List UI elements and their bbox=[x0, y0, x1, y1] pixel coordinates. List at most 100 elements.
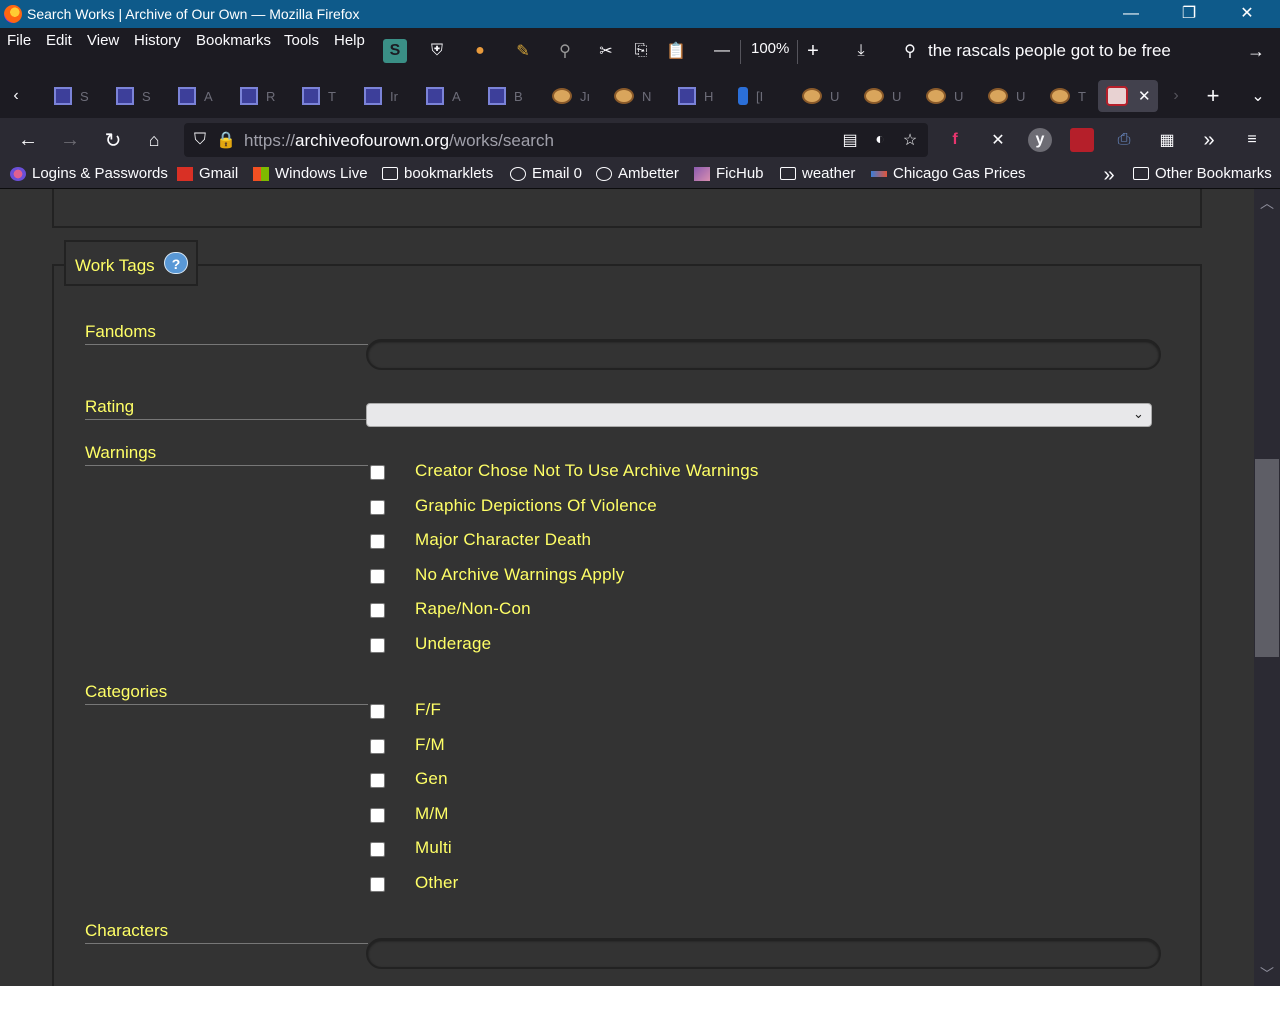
menu-bookmarks[interactable]: Bookmarks bbox=[196, 32, 271, 49]
cut-icon[interactable]: ✂ bbox=[594, 39, 618, 63]
reader-view-icon[interactable]: ▤ bbox=[838, 128, 862, 152]
bookmark-item[interactable]: Chicago Gas Prices bbox=[871, 165, 1026, 182]
yandex-icon[interactable]: y bbox=[1028, 128, 1052, 152]
tracking-shield-icon[interactable]: ⛉ bbox=[188, 128, 212, 152]
category-option-label[interactable]: M/M bbox=[415, 804, 449, 824]
category-checkbox[interactable] bbox=[370, 738, 385, 754]
tab[interactable]: T bbox=[294, 80, 352, 112]
category-option[interactable]: F/F bbox=[370, 699, 441, 723]
tab[interactable]: H bbox=[670, 80, 728, 112]
tab[interactable]: [I bbox=[730, 80, 788, 112]
warning-option[interactable]: Rape/Non-Con bbox=[370, 598, 531, 622]
tab-active[interactable]: ✕ bbox=[1098, 80, 1158, 112]
warning-option[interactable]: Major Character Death bbox=[370, 529, 591, 553]
url-text[interactable]: https://archiveofourown.org/works/search bbox=[244, 131, 554, 151]
tab[interactable]: A bbox=[418, 80, 476, 112]
tab[interactable]: U bbox=[856, 80, 914, 112]
warning-option[interactable]: No Archive Warnings Apply bbox=[370, 564, 624, 588]
warning-checkbox[interactable] bbox=[370, 637, 385, 653]
category-checkbox[interactable] bbox=[370, 876, 385, 892]
tab[interactable]: N bbox=[606, 80, 664, 112]
lock-icon[interactable]: 🔒 bbox=[214, 128, 238, 152]
tab[interactable]: Ir bbox=[356, 80, 414, 112]
back-icon[interactable]: ← bbox=[16, 128, 40, 152]
characters-input[interactable] bbox=[366, 938, 1161, 969]
warning-checkbox[interactable] bbox=[370, 464, 385, 480]
warning-option-label[interactable]: No Archive Warnings Apply bbox=[415, 565, 624, 585]
warning-option[interactable]: Graphic Depictions Of Violence bbox=[370, 495, 657, 519]
category-option-label[interactable]: Other bbox=[415, 873, 459, 893]
bookmark-item[interactable]: Gmail bbox=[177, 165, 238, 182]
search-bar[interactable]: ⚲ the rascals people got to be free → bbox=[898, 36, 1274, 68]
rating-select[interactable]: ⌄ bbox=[366, 403, 1152, 427]
zoom-in-icon[interactable]: + bbox=[801, 39, 825, 63]
category-option[interactable]: F/M bbox=[370, 734, 445, 758]
reload-icon[interactable]: ↻ bbox=[101, 128, 125, 152]
category-checkbox[interactable] bbox=[370, 807, 385, 823]
paste-icon[interactable]: 📋 bbox=[664, 39, 688, 63]
zoom-out-icon[interactable]: — bbox=[710, 39, 734, 63]
tab[interactable]: S bbox=[46, 80, 104, 112]
forward-icon[interactable]: → bbox=[58, 128, 82, 152]
tab-scroll-right-icon[interactable]: › bbox=[1164, 84, 1188, 108]
category-option[interactable]: Multi bbox=[370, 837, 452, 861]
scroll-up-icon[interactable]: ︿ bbox=[1260, 193, 1274, 213]
category-checkbox[interactable] bbox=[370, 841, 385, 857]
warning-option-label[interactable]: Major Character Death bbox=[415, 530, 591, 550]
category-checkbox[interactable] bbox=[370, 772, 385, 788]
bookmark-item[interactable]: Email 0 bbox=[510, 165, 582, 182]
new-tab-icon[interactable]: + bbox=[1201, 83, 1225, 108]
warning-checkbox[interactable] bbox=[370, 499, 385, 515]
category-option[interactable]: M/M bbox=[370, 803, 448, 827]
menu-edit[interactable]: Edit bbox=[46, 32, 72, 49]
warning-option[interactable]: Creator Chose Not To Use Archive Warning… bbox=[370, 460, 758, 484]
tampermonkey-icon[interactable]: ● bbox=[468, 39, 492, 63]
warning-checkbox[interactable] bbox=[370, 568, 385, 584]
menu-view[interactable]: View bbox=[87, 32, 119, 49]
home-icon[interactable]: ⌂ bbox=[142, 128, 166, 152]
close-extension-icon[interactable]: ✕ bbox=[986, 128, 1010, 152]
fandoms-input[interactable] bbox=[366, 339, 1161, 370]
printer-icon[interactable]: ⎙ bbox=[1112, 128, 1136, 152]
download-icon[interactable]: ⤓ bbox=[849, 39, 873, 63]
bookmark-item[interactable]: Ambetter bbox=[596, 165, 679, 182]
restore-button[interactable]: ❐ bbox=[1166, 0, 1212, 28]
list-all-tabs-icon[interactable]: ⌄ bbox=[1246, 84, 1270, 108]
menu-history[interactable]: History bbox=[134, 32, 181, 49]
category-option[interactable]: Other bbox=[370, 872, 458, 896]
pin-icon[interactable]: ⚲ bbox=[553, 39, 577, 63]
app-menu-icon[interactable]: ≡ bbox=[1240, 128, 1264, 152]
tab[interactable]: B bbox=[480, 80, 538, 112]
bookmark-star-icon[interactable]: ☆ bbox=[898, 128, 922, 152]
more-bookmarks-icon[interactable]: » bbox=[1097, 163, 1121, 187]
close-tab-icon[interactable]: ✕ bbox=[1138, 87, 1151, 105]
zoom-level[interactable]: 100% bbox=[751, 40, 789, 57]
more-extensions-icon[interactable]: » bbox=[1197, 128, 1221, 152]
bookmark-item[interactable]: FicHub bbox=[694, 165, 764, 182]
dark-reader-icon[interactable]: ◐ bbox=[868, 128, 892, 152]
menu-help[interactable]: Help bbox=[334, 32, 365, 49]
tab[interactable]: U bbox=[794, 80, 852, 112]
other-bookmarks[interactable]: Other Bookmarks bbox=[1133, 165, 1272, 182]
bookmark-item[interactable]: Logins & Passwords bbox=[10, 165, 168, 182]
warning-checkbox[interactable] bbox=[370, 602, 385, 618]
scroll-down-icon[interactable]: ﹀ bbox=[1260, 964, 1274, 984]
bookmark-item[interactable]: bookmarklets bbox=[382, 165, 493, 182]
tab[interactable]: T bbox=[1042, 80, 1100, 112]
category-option-label[interactable]: F/F bbox=[415, 700, 441, 720]
tab[interactable]: Jı bbox=[544, 80, 602, 112]
ublock-shield-icon[interactable]: ⛨ bbox=[425, 39, 449, 63]
help-button[interactable]: ? bbox=[164, 252, 188, 274]
close-window-button[interactable]: ✕ bbox=[1224, 0, 1270, 28]
tab-scroll-left-icon[interactable]: ‹ bbox=[4, 84, 28, 108]
stylus-extension-icon[interactable]: S bbox=[383, 39, 407, 63]
tab[interactable]: U bbox=[980, 80, 1038, 112]
minimize-button[interactable]: — bbox=[1108, 0, 1154, 28]
bookmark-item[interactable]: weather bbox=[780, 165, 855, 182]
search-query[interactable]: the rascals people got to be free bbox=[928, 41, 1171, 61]
warning-option-label[interactable]: Underage bbox=[415, 634, 491, 654]
warning-option-label[interactable]: Graphic Depictions Of Violence bbox=[415, 496, 657, 516]
page-scrollbar[interactable]: ︿ ﹀ bbox=[1254, 189, 1280, 986]
category-option-label[interactable]: Multi bbox=[415, 838, 452, 858]
address-bar[interactable]: ⛉ 🔒 https://archiveofourown.org/works/se… bbox=[184, 123, 928, 157]
